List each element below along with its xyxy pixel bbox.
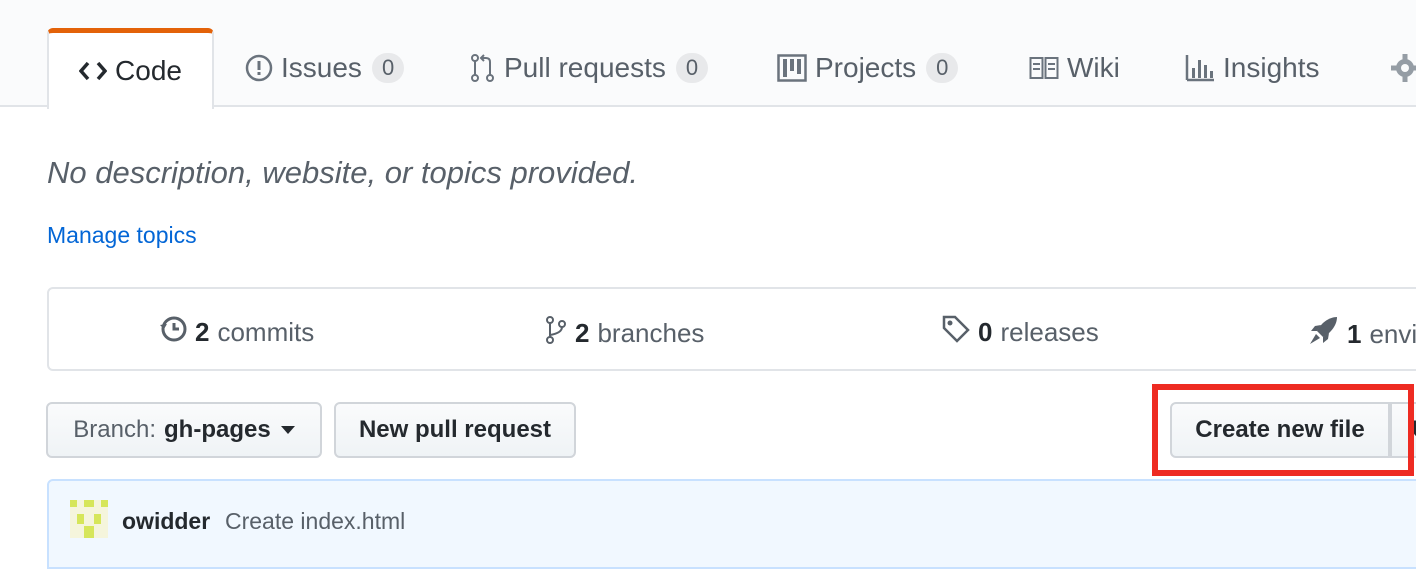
manage-topics-link[interactable]: Manage topics bbox=[47, 222, 197, 249]
tab-issues[interactable]: Issues 0 bbox=[245, 28, 405, 108]
branch-select-button[interactable]: Branch: gh-pages bbox=[46, 402, 322, 458]
numbers-summary: 2 commits 2 branches 0 releases 1 envi bbox=[47, 287, 1416, 371]
latest-commit-bar: owidder Create index.html bbox=[47, 479, 1416, 569]
tab-label: Insights bbox=[1223, 52, 1320, 83]
history-icon bbox=[159, 315, 187, 350]
rocket-icon bbox=[1307, 315, 1339, 354]
project-icon bbox=[777, 54, 807, 82]
gear-icon bbox=[1390, 53, 1416, 83]
commits-label: commits bbox=[217, 317, 315, 347]
tab-label: Code bbox=[115, 55, 182, 86]
branch-label: Branch: bbox=[73, 416, 157, 443]
commits-link[interactable]: 2 commits bbox=[159, 315, 314, 350]
commit-message[interactable]: Create index.html bbox=[225, 508, 405, 535]
pull-request-icon bbox=[470, 53, 496, 83]
branches-count: 2 bbox=[575, 318, 590, 348]
environments-label: envi bbox=[1369, 319, 1416, 349]
tab-settings[interactable] bbox=[1390, 28, 1416, 108]
branch-value: gh-pages bbox=[164, 416, 271, 443]
book-icon bbox=[1029, 56, 1059, 80]
branch-icon bbox=[545, 315, 567, 352]
upload-files-button[interactable]: U bbox=[1390, 402, 1416, 458]
pull-requests-counter: 0 bbox=[675, 53, 709, 83]
issue-icon bbox=[245, 54, 273, 82]
repo-description: No description, website, or topics provi… bbox=[47, 155, 639, 190]
branches-label: branches bbox=[597, 318, 705, 348]
tab-code[interactable]: Code bbox=[47, 28, 214, 109]
releases-link[interactable]: 0 releases bbox=[942, 315, 1099, 350]
new-pull-request-button[interactable]: New pull request bbox=[334, 402, 576, 458]
tab-label: Projects bbox=[815, 52, 917, 83]
environments-link[interactable]: 1 envi bbox=[1307, 315, 1416, 354]
tab-wiki[interactable]: Wiki bbox=[1029, 28, 1120, 108]
tab-label: Issues bbox=[281, 52, 362, 83]
releases-count: 0 bbox=[978, 317, 993, 347]
projects-counter: 0 bbox=[926, 53, 959, 83]
issues-counter: 0 bbox=[371, 53, 405, 83]
tab-insights[interactable]: Insights bbox=[1185, 28, 1320, 108]
repo-nav: Code Issues 0 Pull requests 0 Projects 0… bbox=[0, 0, 1416, 109]
create-new-file-button[interactable]: Create new file bbox=[1170, 402, 1390, 458]
environments-count: 1 bbox=[1347, 319, 1362, 349]
branches-link[interactable]: 2 branches bbox=[545, 315, 704, 352]
avatar[interactable] bbox=[70, 500, 108, 538]
tab-label: Pull requests bbox=[504, 52, 666, 83]
tag-icon bbox=[942, 315, 970, 350]
tab-pull-requests[interactable]: Pull requests 0 bbox=[470, 28, 709, 108]
releases-label: releases bbox=[1000, 317, 1099, 347]
tab-label: Wiki bbox=[1067, 52, 1120, 83]
tab-projects[interactable]: Projects 0 bbox=[777, 28, 959, 108]
caret-down-icon bbox=[280, 426, 295, 434]
code-icon bbox=[79, 60, 108, 82]
commit-author[interactable]: owidder bbox=[122, 508, 210, 535]
graph-icon bbox=[1185, 54, 1215, 82]
commits-count: 2 bbox=[195, 317, 210, 347]
